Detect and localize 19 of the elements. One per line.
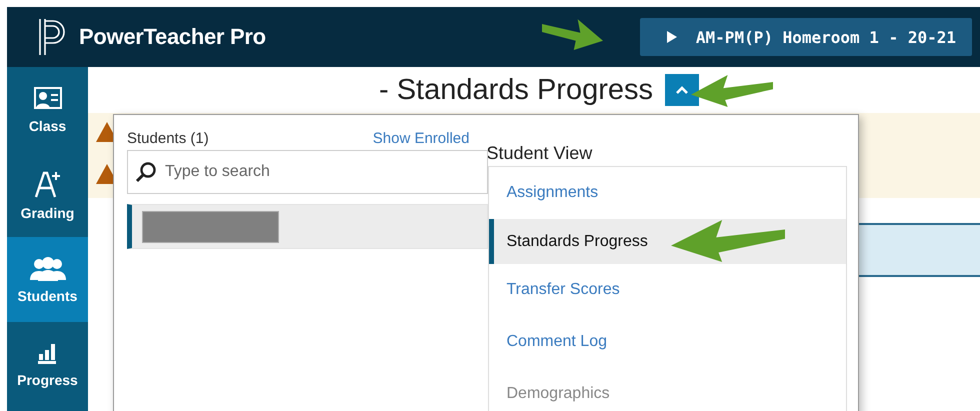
page-title: - Standards Progress bbox=[378, 74, 653, 106]
nav-item[interactable]: Students bbox=[7, 237, 88, 322]
nav-item[interactable]: Progress bbox=[7, 322, 88, 407]
student-row[interactable] bbox=[127, 204, 488, 249]
nav-item[interactable]: Grading bbox=[7, 152, 88, 237]
view-heading: Student View bbox=[486, 143, 594, 165]
collapse-button[interactable] bbox=[665, 74, 699, 106]
people-icon bbox=[30, 256, 66, 282]
play-icon bbox=[666, 30, 678, 44]
show-enrolled-link[interactable]: Show Enrolled bbox=[372, 130, 470, 147]
class-selector[interactable]: AM-PM(P) Homeroom 1 - 20-21 bbox=[640, 18, 972, 56]
search-field[interactable]: Type to search bbox=[127, 150, 488, 194]
nav-item[interactable]: Class bbox=[7, 67, 88, 152]
search-icon bbox=[135, 161, 157, 183]
students-heading: Students (1) bbox=[127, 130, 209, 147]
chart-icon bbox=[36, 342, 58, 366]
id-card-icon bbox=[32, 86, 62, 112]
caret-icon bbox=[675, 85, 689, 95]
app-name: PowerTeacher Pro bbox=[79, 24, 266, 50]
